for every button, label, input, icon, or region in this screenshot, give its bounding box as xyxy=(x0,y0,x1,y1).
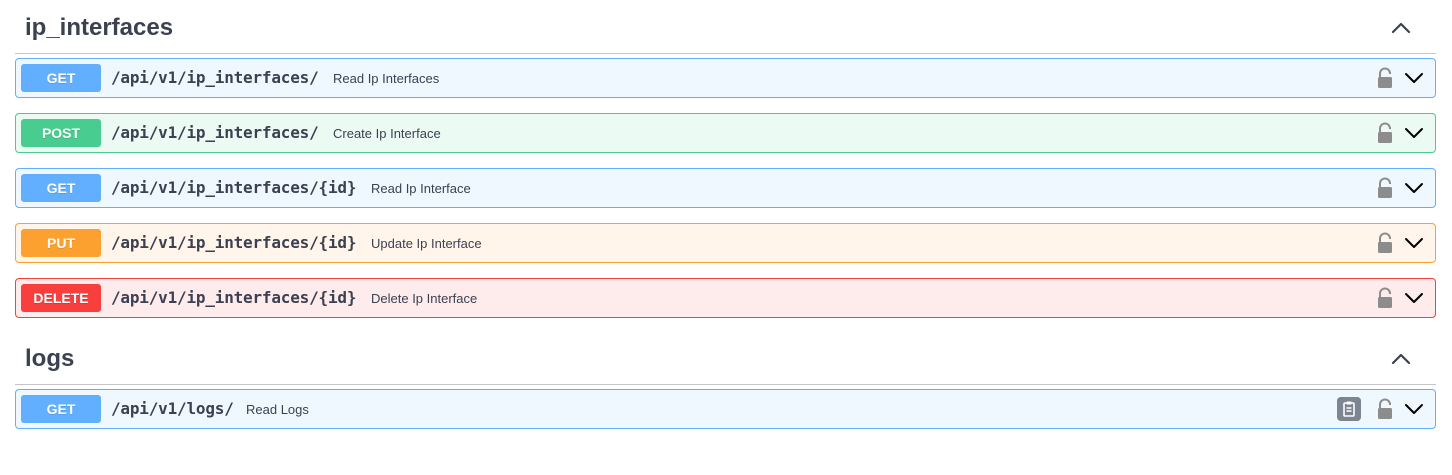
chevron-down-icon[interactable] xyxy=(1403,288,1425,308)
lock-icon[interactable] xyxy=(1375,67,1395,89)
tag-header[interactable]: logs xyxy=(15,333,1436,385)
operation-summary: Read Logs xyxy=(246,402,309,417)
operation-get-ip-interfaces[interactable]: GET /api/v1/ip_interfaces/ Read Ip Inter… xyxy=(15,58,1436,98)
tag-title: ip_interfaces xyxy=(25,14,174,41)
copy-to-clipboard-icon[interactable] xyxy=(1337,397,1361,421)
chevron-down-icon[interactable] xyxy=(1403,123,1425,143)
method-badge: DELETE xyxy=(21,284,101,312)
operation-put-ip-interface-by-id[interactable]: PUT /api/v1/ip_interfaces/{id} Update Ip… xyxy=(15,223,1436,263)
tag-section-logs: logs xyxy=(15,333,1436,385)
tag-header[interactable]: ip_interfaces xyxy=(15,2,1436,54)
method-badge: GET xyxy=(21,64,101,92)
lock-icon[interactable] xyxy=(1375,398,1395,420)
operation-post-ip-interfaces[interactable]: POST /api/v1/ip_interfaces/ Create Ip In… xyxy=(15,113,1436,153)
operation-path: /api/v1/ip_interfaces/ xyxy=(111,123,319,142)
operation-path: /api/v1/ip_interfaces/{id} xyxy=(111,178,357,197)
operation-path: /api/v1/logs/ xyxy=(111,399,234,418)
chevron-down-icon[interactable] xyxy=(1403,399,1425,419)
method-badge: POST xyxy=(21,119,101,147)
method-badge: GET xyxy=(21,174,101,202)
operation-path: /api/v1/ip_interfaces/{id} xyxy=(111,288,357,307)
operation-get-logs[interactable]: GET /api/v1/logs/ Read Logs xyxy=(15,389,1436,429)
lock-icon[interactable] xyxy=(1375,177,1395,199)
swagger-operations-list: ip_interfaces GET /api/v1/ip_interfaces/… xyxy=(0,0,1452,475)
lock-icon[interactable] xyxy=(1375,232,1395,254)
operation-delete-ip-interface-by-id[interactable]: DELETE /api/v1/ip_interfaces/{id} Delete… xyxy=(15,278,1436,318)
operation-path: /api/v1/ip_interfaces/ xyxy=(111,68,319,87)
operation-summary: Read Ip Interface xyxy=(371,181,471,196)
method-badge: PUT xyxy=(21,229,101,257)
chevron-up-icon[interactable] xyxy=(1388,16,1414,40)
tag-title: logs xyxy=(25,345,75,372)
lock-icon[interactable] xyxy=(1375,287,1395,309)
lock-icon[interactable] xyxy=(1375,122,1395,144)
operation-summary: Read Ip Interfaces xyxy=(333,71,440,86)
operation-summary: Update Ip Interface xyxy=(371,236,482,251)
chevron-down-icon[interactable] xyxy=(1403,178,1425,198)
chevron-up-icon[interactable] xyxy=(1388,347,1414,371)
operation-path: /api/v1/ip_interfaces/{id} xyxy=(111,233,357,252)
operation-summary: Delete Ip Interface xyxy=(371,291,478,306)
operation-get-ip-interface-by-id[interactable]: GET /api/v1/ip_interfaces/{id} Read Ip I… xyxy=(15,168,1436,208)
tag-section-ip-interfaces: ip_interfaces xyxy=(15,2,1436,54)
operation-summary: Create Ip Interface xyxy=(333,126,441,141)
method-badge: GET xyxy=(21,395,101,423)
chevron-down-icon[interactable] xyxy=(1403,68,1425,88)
chevron-down-icon[interactable] xyxy=(1403,233,1425,253)
